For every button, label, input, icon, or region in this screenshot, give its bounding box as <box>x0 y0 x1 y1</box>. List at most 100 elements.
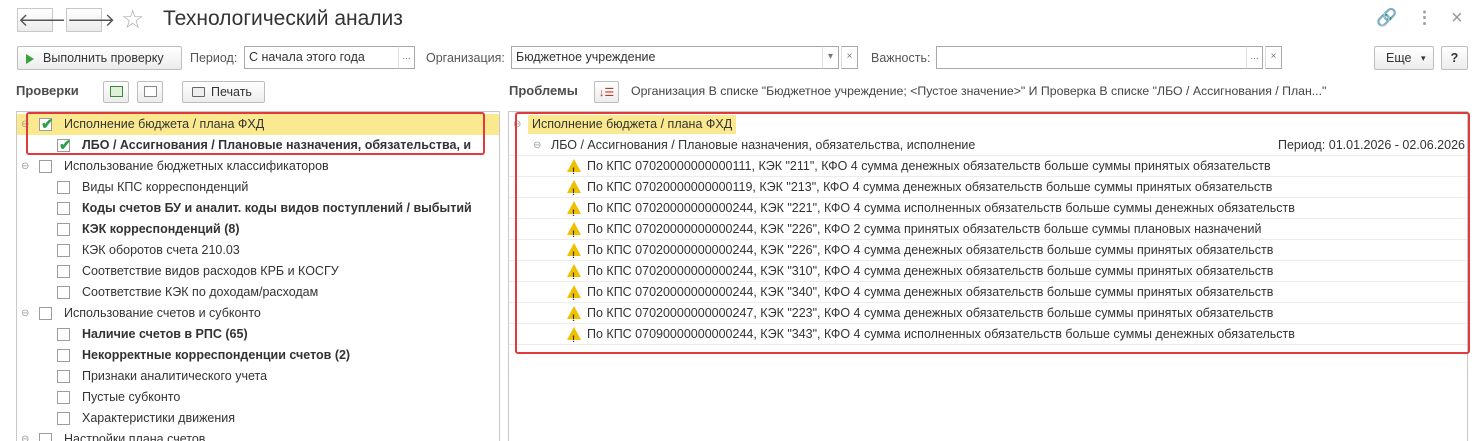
more-button[interactable]: Еще ▾ <box>1374 46 1434 70</box>
check-tree-row[interactable]: Характеристики движения <box>17 408 499 429</box>
collapse-toggle-icon[interactable]: ⊖ <box>513 114 521 135</box>
warning-icon <box>567 327 581 350</box>
period-select-button[interactable]: ... <box>398 46 415 69</box>
warning-icon <box>567 306 581 329</box>
collapse-toggle-icon[interactable]: ⊖ <box>21 114 29 135</box>
check-checkbox[interactable] <box>57 244 70 257</box>
check-tree-row[interactable]: Наличие счетов в РПС (65) <box>17 324 499 345</box>
forward-button[interactable]: 🡒 <box>66 8 115 32</box>
link-icon[interactable]: 🔗 <box>1376 8 1397 28</box>
check-tree-row[interactable]: Пустые субконто <box>17 387 499 408</box>
problem-text: По КПС 07020000000000247, КЭК "223", КФО… <box>587 306 1274 320</box>
check-checkbox[interactable] <box>57 349 70 362</box>
checkmark-icon: ✔ <box>41 116 54 133</box>
check-checkbox[interactable] <box>57 286 70 299</box>
check-label: Пустые субконто <box>82 390 181 404</box>
organization-input[interactable]: Бюджетное учреждение <box>511 46 825 69</box>
check-checkbox[interactable] <box>57 370 70 383</box>
check-label: Признаки аналитического учета <box>82 369 268 383</box>
check-tree-row[interactable]: ⊖ Использование бюджетных классификаторов <box>17 156 499 177</box>
check-tree-row[interactable]: Некорректные корреспонденции счетов (2) <box>17 345 499 366</box>
run-check-button[interactable]: Выполнить проверку <box>17 46 182 70</box>
problem-subgroup-label: ЛБО / Ассигнования / Плановые назначения… <box>551 138 976 152</box>
check-checkbox[interactable] <box>39 160 52 173</box>
problem-row[interactable]: По КПС 07020000000000244, КЭК "340", КФО… <box>509 282 1467 308</box>
period-input[interactable]: С начала этого года <box>244 46 400 69</box>
collapse-toggle-icon[interactable]: ⊖ <box>21 429 29 441</box>
check-tree-row[interactable]: Признаки аналитического учета <box>17 366 499 387</box>
check-label: Настройки плана счетов <box>64 432 206 441</box>
close-icon[interactable]: × <box>1451 8 1463 28</box>
check-checkbox[interactable]: ✔ <box>57 137 72 154</box>
check-tree-row[interactable]: Соответствие видов расходов КРБ и КОСГУ <box>17 261 499 282</box>
importance-clear-button[interactable]: × <box>1265 46 1282 69</box>
check-label: ЛБО / Ассигнования / Плановые назначения… <box>82 138 472 152</box>
check-checkbox[interactable] <box>57 412 70 425</box>
importance-input[interactable] <box>936 46 1248 69</box>
more-label: Еще <box>1386 51 1412 65</box>
problem-subgroup-row[interactable]: ⊖ ЛБО / Ассигнования / Плановые назначени… <box>509 135 1467 156</box>
problem-text: По КПС 07020000000000111, КЭК "211", КФО… <box>587 159 1271 173</box>
favorite-star-icon[interactable]: ☆ <box>121 5 144 33</box>
sort-icon: ↓☰ <box>598 87 615 99</box>
problems-title: Проблемы <box>509 83 578 98</box>
check-tree-row[interactable]: Соответствие КЭК по доходам/расходам <box>17 282 499 303</box>
problem-row[interactable]: По КПС 07020000000000244, КЭК "221", КФО… <box>509 198 1467 224</box>
check-label: Использование счетов и субконто <box>64 306 261 320</box>
check-checkbox[interactable] <box>57 181 70 194</box>
check-label: Соответствие КЭК по доходам/расходам <box>82 285 319 299</box>
problem-row[interactable]: По КПС 07090000000000244, КЭК "343", КФО… <box>509 324 1467 350</box>
problem-text: По КПС 07020000000000244, КЭК "340", КФО… <box>587 285 1274 299</box>
check-checkbox[interactable] <box>57 265 70 278</box>
forward-arrow-icon: 🡒 <box>67 10 116 30</box>
problem-text: По КПС 07090000000000244, КЭК "343", КФО… <box>587 327 1295 341</box>
check-checkbox[interactable] <box>57 223 70 236</box>
more-menu-icon[interactable]: ⋮ <box>1416 8 1433 28</box>
check-checkbox[interactable] <box>39 307 52 320</box>
warning-icon <box>567 285 581 308</box>
check-tree-row[interactable]: Виды КПС корреспонденций <box>17 177 499 198</box>
warning-icon <box>567 159 581 182</box>
help-button[interactable]: ? <box>1441 46 1468 70</box>
problem-row[interactable]: По КПС 07020000000000247, КЭК "223", КФО… <box>509 303 1467 329</box>
sort-button[interactable]: ↓☰ <box>594 81 619 103</box>
check-tree-row[interactable]: Коды счетов БУ и аналит. коды видов пост… <box>17 198 499 219</box>
problem-row[interactable]: По КПС 07020000000000244, КЭК "310", КФО… <box>509 261 1467 287</box>
warning-icon <box>567 243 581 266</box>
check-tree-row[interactable]: КЭК корреспонденций (8) <box>17 219 499 240</box>
collapse-toggle-icon[interactable]: ⊖ <box>21 303 29 324</box>
organization-clear-button[interactable]: × <box>841 46 858 69</box>
check-label: Виды КПС корреспонденций <box>82 180 249 194</box>
check-tree-row[interactable]: ⊖ Использование счетов и субконто <box>17 303 499 324</box>
filter-description: Организация В списке "Бюджетное учрежден… <box>631 84 1327 98</box>
check-tree-row[interactable]: ✔ ЛБО / Ассигнования / Плановые назначени… <box>17 135 499 156</box>
problems-tree[interactable]: ⊖ Исполнение бюджета / плана ФХД ⊖ ЛБО / Ас… <box>508 111 1468 441</box>
problem-group-row[interactable]: ⊖ Исполнение бюджета / плана ФХД <box>509 114 1467 135</box>
check-label: Соответствие видов расходов КРБ и КОСГУ <box>82 264 339 278</box>
organization-dropdown-button[interactable]: ▾ <box>822 46 839 69</box>
check-tree-row[interactable]: ⊖ ✔ Исполнение бюджета / плана ФХД <box>17 114 499 135</box>
check-checkbox[interactable]: ✔ <box>39 116 54 133</box>
uncheck-all-icon <box>143 86 157 97</box>
check-checkbox[interactable] <box>57 391 70 404</box>
problem-row[interactable]: По КПС 07020000000000244, КЭК "226", КФО… <box>509 240 1467 266</box>
collapse-toggle-icon[interactable]: ⊖ <box>533 135 541 156</box>
collapse-toggle-icon[interactable]: ⊖ <box>21 156 29 177</box>
warning-icon <box>567 201 581 224</box>
check-tree-row[interactable]: КЭК оборотов счета 210.03 <box>17 240 499 261</box>
importance-select-button[interactable]: ... <box>1246 46 1263 69</box>
check-checkbox[interactable] <box>57 328 70 341</box>
page-title: Технологический анализ <box>163 7 403 30</box>
check-all-button[interactable] <box>103 81 129 103</box>
check-checkbox[interactable] <box>57 202 70 215</box>
problem-row[interactable]: По КПС 07020000000000244, КЭК "226", КФО… <box>509 219 1467 245</box>
back-button[interactable]: 🡐 <box>17 8 66 32</box>
problem-row[interactable]: По КПС 07020000000000111, КЭК "211", КФО… <box>509 156 1467 182</box>
check-checkbox[interactable] <box>39 433 52 441</box>
problem-row[interactable]: По КПС 07020000000000119, КЭК "213", КФО… <box>509 177 1467 203</box>
checks-tree[interactable]: ⊖ ✔ Исполнение бюджета / плана ФХД ✔ ЛБО / А… <box>16 111 500 441</box>
printer-icon <box>192 87 205 97</box>
print-button[interactable]: Печать <box>182 81 265 103</box>
check-tree-row[interactable]: ⊖ Настройки плана счетов <box>17 429 499 441</box>
uncheck-all-button[interactable] <box>137 81 163 103</box>
